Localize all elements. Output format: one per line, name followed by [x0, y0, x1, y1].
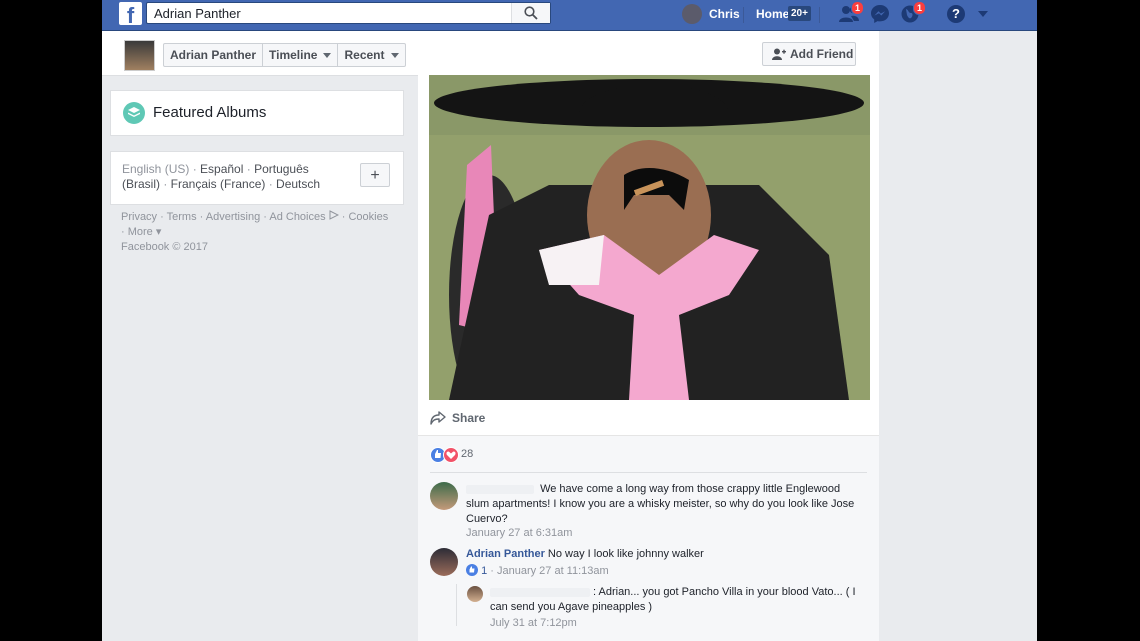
- redacted-name: [490, 587, 590, 597]
- top-navigation-bar: f Adrian Panther Chris Home 20+ 1 1 ?: [102, 0, 1037, 31]
- reply-timestamp[interactable]: July 31 at 7:12pm: [490, 617, 577, 629]
- profile-name-label: Adrian Panther: [170, 48, 257, 62]
- add-friend-label: Add Friend: [790, 47, 854, 61]
- ad-choices-icon: [329, 210, 339, 220]
- search-input[interactable]: Adrian Panther: [146, 2, 551, 24]
- avatar: [682, 4, 702, 24]
- profile-tab-bar: Adrian Panther Timeline Recent: [163, 43, 406, 67]
- language-link-de[interactable]: Deutsch: [276, 177, 320, 191]
- love-reaction-icon: [443, 447, 459, 463]
- friend-requests-button[interactable]: 1: [838, 1, 865, 24]
- footer-copyright: Facebook © 2017: [121, 241, 208, 253]
- current-language: English (US): [122, 162, 190, 176]
- photo-image: [429, 75, 870, 400]
- add-language-button[interactable]: +: [360, 163, 390, 187]
- account-menu-caret-icon[interactable]: [978, 11, 988, 17]
- footer-adchoices-link[interactable]: Ad Choices: [269, 211, 325, 223]
- comments-section: 28 We have come a long way from those cr…: [418, 436, 879, 641]
- help-button[interactable]: ?: [947, 5, 965, 23]
- comment-avatar[interactable]: [430, 548, 458, 576]
- language-list: English (US) · Español · Português (Bras…: [122, 162, 321, 191]
- reaction-count[interactable]: 28: [461, 448, 473, 460]
- footer-terms-link[interactable]: Terms: [167, 211, 197, 223]
- post-card: Share 28 We have come a long way from th…: [418, 75, 879, 641]
- footer-privacy-link[interactable]: Privacy: [121, 211, 157, 223]
- chevron-down-icon: [323, 52, 332, 58]
- tab-timeline-label: Timeline: [269, 48, 318, 62]
- browser-viewport: f Adrian Panther Chris Home 20+ 1 1 ? Ad…: [102, 0, 1037, 641]
- nav-divider: [743, 7, 744, 23]
- language-selector-card: English (US) · Español · Português (Bras…: [110, 151, 404, 205]
- profile-avatar[interactable]: [124, 40, 155, 71]
- footer-links: Privacy · Terms · Advertising · Ad Choic…: [121, 210, 389, 253]
- notifications-button[interactable]: 1: [900, 1, 927, 24]
- search-icon: [524, 6, 538, 20]
- comment-text: Adrian Panther No way I look like johnny…: [466, 548, 704, 560]
- like-reaction-icon: [466, 564, 478, 576]
- friend-requests-badge: 1: [851, 1, 865, 15]
- right-rail: [879, 31, 1037, 641]
- albums-icon: [123, 102, 145, 124]
- messages-button[interactable]: [870, 4, 892, 24]
- notifications-badge: 1: [913, 1, 927, 15]
- divider: [430, 472, 867, 473]
- comment-timestamp[interactable]: January 27 at 11:13am: [497, 565, 609, 577]
- tab-timeline[interactable]: Timeline: [263, 44, 339, 66]
- search-button[interactable]: [511, 3, 550, 23]
- nav-divider: [819, 7, 820, 23]
- tab-recent[interactable]: Recent: [338, 44, 404, 66]
- search-input-value[interactable]: Adrian Panther: [154, 6, 241, 21]
- add-friend-button[interactable]: Add Friend: [762, 42, 856, 66]
- comment-author-link[interactable]: Adrian Panther: [466, 548, 545, 560]
- chevron-down-icon: [390, 52, 399, 58]
- comment-timestamp[interactable]: January 27 at 6:31am: [466, 527, 572, 539]
- nav-user-name: Chris: [709, 7, 740, 21]
- reply-text: : Adrian... you got Pancho Villa in your…: [490, 586, 856, 613]
- language-link-es[interactable]: Español: [200, 162, 243, 176]
- comment-like-count[interactable]: 1: [481, 565, 487, 577]
- profile-name-tab[interactable]: Adrian Panther: [164, 44, 264, 66]
- reply-avatar[interactable]: [467, 586, 483, 602]
- tab-recent-label: Recent: [344, 48, 385, 62]
- nav-home-link[interactable]: Home: [756, 7, 789, 21]
- post-photo[interactable]: [429, 75, 870, 400]
- comment-meta: 1 · January 27 at 11:13am: [466, 564, 609, 577]
- share-icon: [430, 411, 446, 425]
- comment-avatar[interactable]: [430, 482, 458, 510]
- footer-advertising-link[interactable]: Advertising: [206, 211, 260, 223]
- add-friend-icon: [772, 48, 786, 60]
- featured-albums-label: Featured Albums: [153, 104, 267, 121]
- footer-cookies-link[interactable]: Cookies: [348, 211, 388, 223]
- featured-albums-card[interactable]: Featured Albums: [110, 90, 404, 136]
- redacted-name: [466, 484, 534, 494]
- comment-text: We have come a long way from those crapp…: [466, 483, 855, 525]
- footer-more-link[interactable]: More: [128, 226, 153, 238]
- reply-thread-line: [456, 584, 457, 626]
- facebook-logo[interactable]: f: [119, 2, 142, 25]
- home-count-badge: 20+: [788, 6, 811, 21]
- profile-subheader: Adrian Panther Timeline Recent Add Frien…: [102, 31, 879, 76]
- share-label: Share: [452, 411, 486, 425]
- messenger-icon: [871, 5, 889, 23]
- language-link-fr[interactable]: Français (France): [171, 177, 266, 191]
